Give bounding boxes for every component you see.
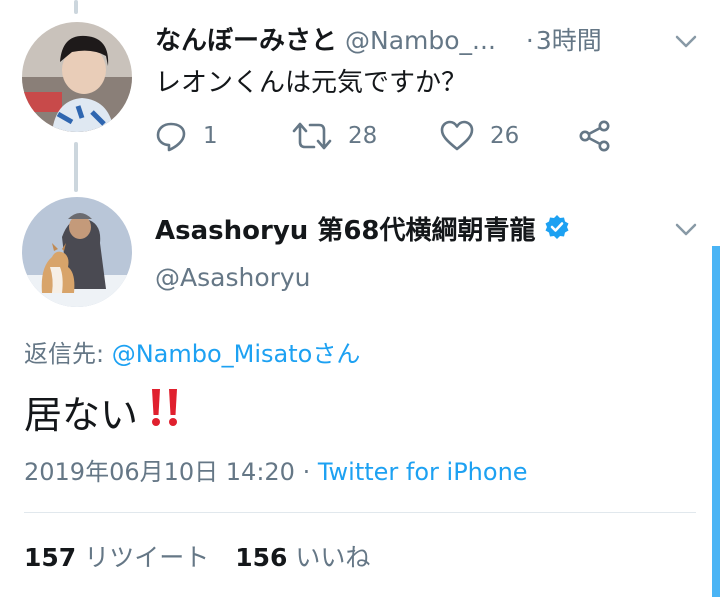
scrollbar[interactable] xyxy=(712,246,720,597)
retweets-total[interactable]: 157 xyxy=(24,543,76,572)
retweet-button[interactable]: 28 xyxy=(292,118,377,154)
double-exclamation-icon xyxy=(148,387,182,436)
like-button[interactable]: 26 xyxy=(440,118,519,154)
dot-separator: · xyxy=(525,26,534,55)
thread-line-top xyxy=(74,0,78,14)
parent-display-name[interactable]: なんぼーみさと xyxy=(155,26,337,56)
avatar-nambo[interactable] xyxy=(22,22,132,132)
tweet-meta: 2019年06月10日 14:20 · Twitter for iPhone xyxy=(24,452,528,487)
thread-line-connector xyxy=(74,142,78,192)
main-display-name[interactable]: Asashoryu 第68代横綱朝青龍 xyxy=(155,210,536,247)
reply-count: 1 xyxy=(203,123,218,149)
reply-to-label: 返信先: xyxy=(24,340,112,368)
parent-header: なんぼーみさと @Nambo_... ·3時間 xyxy=(155,20,695,60)
meta-separator: · xyxy=(294,458,318,486)
tweet-stats: 157 リツイート 156 いいね xyxy=(24,538,370,574)
main-handle[interactable]: @Asashoryu xyxy=(155,263,311,292)
heart-icon xyxy=(440,120,474,152)
parent-timestamp[interactable]: 3時間 xyxy=(536,26,602,55)
reply-to-suffix: さん xyxy=(312,340,361,368)
parent-handle[interactable]: @Nambo_... xyxy=(345,26,496,55)
verified-badge-icon xyxy=(544,214,570,244)
share-icon xyxy=(578,120,612,152)
parent-tweet-text: レオンくんは元気ですか？ xyxy=(155,68,468,98)
main-tweet-text-row: 居ない xyxy=(24,384,182,439)
likes-total[interactable]: 156 xyxy=(235,543,287,572)
retweet-icon xyxy=(292,120,332,152)
reply-button[interactable]: 1 xyxy=(155,118,218,154)
like-count: 26 xyxy=(490,123,520,149)
chevron-down-icon[interactable] xyxy=(675,34,697,48)
avatar-asashoryu[interactable] xyxy=(22,197,132,307)
reply-to-line: 返信先: @Nambo_Misatoさん xyxy=(24,334,360,369)
share-button[interactable] xyxy=(578,118,612,154)
retweets-label[interactable]: リツイート xyxy=(84,543,209,572)
chevron-down-icon-main[interactable] xyxy=(675,222,697,236)
likes-label[interactable]: いいね xyxy=(295,543,370,572)
tweet-datetime: 2019年06月10日 14:20 xyxy=(24,458,295,486)
reply-icon xyxy=(155,120,187,152)
tweet-source-link[interactable]: Twitter for iPhone xyxy=(318,458,528,486)
divider xyxy=(24,512,696,513)
main-header: Asashoryu 第68代横綱朝青龍 xyxy=(155,210,570,247)
reply-to-mention[interactable]: @Nambo_Misato xyxy=(112,340,313,368)
main-tweet-text: 居ない xyxy=(24,393,139,437)
retweet-count: 28 xyxy=(348,123,378,149)
